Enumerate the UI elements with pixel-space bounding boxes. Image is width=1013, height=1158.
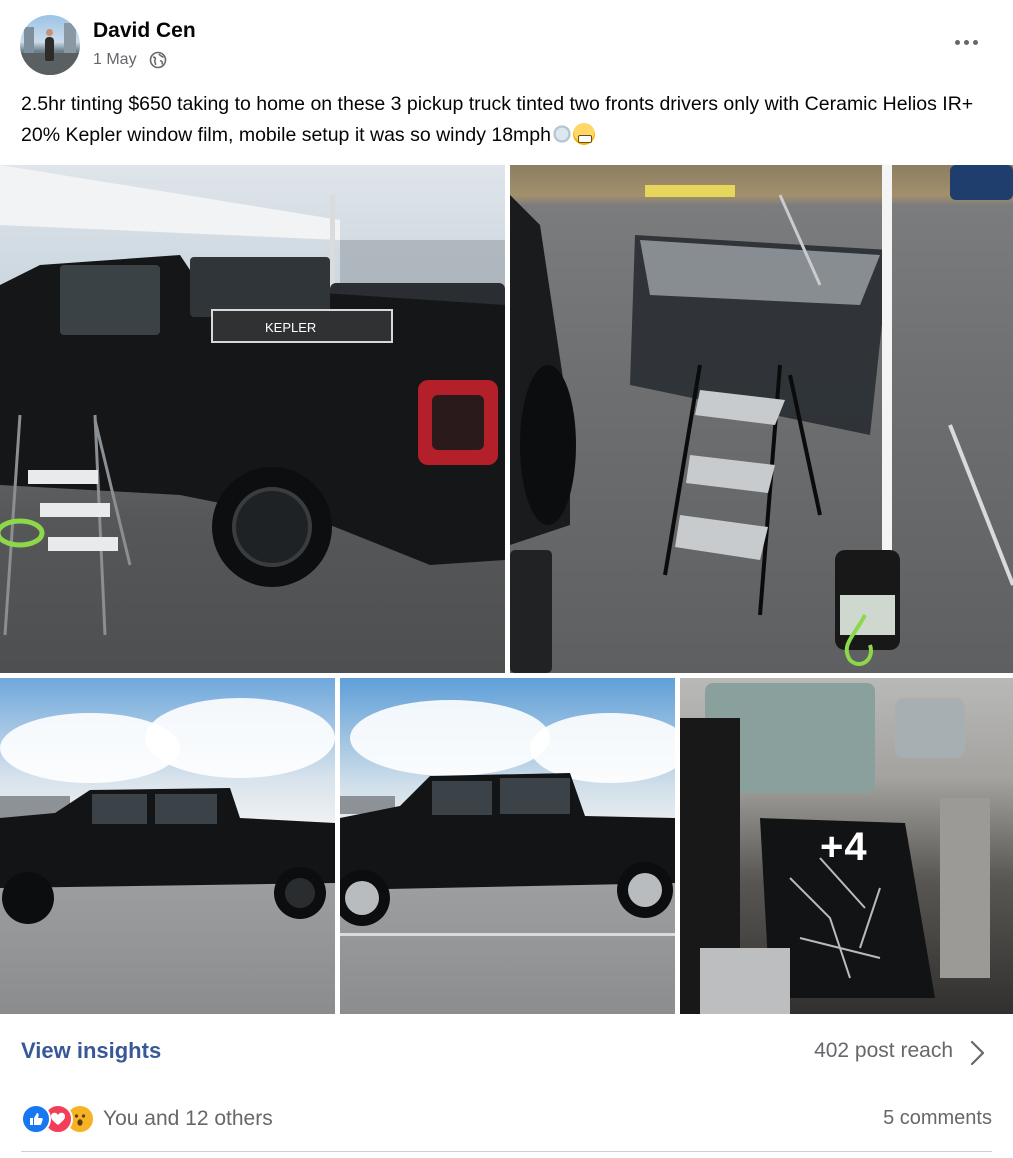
side-window [705,683,875,793]
ladder-step [675,515,768,560]
author-name[interactable]: David Cen [93,19,196,43]
photo-truck-side-2[interactable] [340,678,675,1014]
post-meta: 1 May [93,51,167,69]
avatar-building [64,23,76,55]
photo-truck-rear[interactable]: KEPLER [0,165,505,673]
like-icon [21,1104,51,1134]
background-suv [950,165,1013,200]
wheel-rim [345,881,379,915]
film-crackle [789,857,881,979]
seat [680,718,740,1014]
post-date[interactable]: 1 May [93,51,137,69]
dashing-away-emoji-icon [551,123,573,145]
rear-window [895,698,965,758]
vehicle-tire [520,365,576,525]
truck-window [155,794,217,824]
air-hose [0,518,45,548]
truck-side-illustration [0,698,335,924]
view-insights-link[interactable]: View insights [21,1038,161,1064]
cloud [350,700,550,776]
chevron-right-icon[interactable] [965,1039,989,1067]
tank-label [840,595,895,635]
divider [21,1151,992,1152]
panel [940,798,990,978]
cloud [145,698,335,778]
canopy [0,165,340,240]
parking-line [340,933,675,936]
ladder-step [48,537,118,551]
cloth [700,948,790,1014]
truck-side-illustration [340,700,675,936]
truck-rear-window [190,257,330,317]
photo-truck-side-1[interactable] [0,678,335,1014]
avatar-building [24,27,34,55]
avatar-person [45,29,54,61]
reactions-label: You and 12 others [103,1107,273,1130]
truck-window [500,778,570,814]
cloud [530,713,675,783]
post-header: David Cen 1 May [0,0,1013,90]
ladder-step [40,503,110,517]
dot [963,39,969,45]
grimacing-face-emoji-icon [573,123,595,145]
more-options-icon[interactable] [946,28,986,56]
front-wheel [2,872,54,924]
dot [954,39,960,45]
film-box-label: KEPLER [265,320,316,335]
canopy-leg [882,165,892,565]
truck-window [92,794,147,824]
photo-film-on-ladder[interactable] [510,165,1013,673]
ladder-step [28,470,98,484]
wheel-rim [285,878,315,908]
truck-rear-illustration: KEPLER [0,165,505,636]
parking-line [948,424,1013,586]
curb-marker [645,185,735,197]
wheel-rim [628,873,662,907]
truck-window [60,265,160,335]
post-body: 2.5hr tinting $650 taking to home on the… [21,93,974,146]
avatar[interactable] [20,15,80,75]
reactions-summary[interactable]: You and 12 others [21,1104,273,1134]
more-photos-count[interactable]: +4 [820,825,868,870]
comments-count[interactable]: 5 comments [883,1107,992,1130]
dot [972,39,978,45]
running-board [510,550,552,673]
wheel-rim [232,487,312,567]
ladder-step [686,455,775,493]
tail-light-inner [432,395,484,450]
post-reach[interactable]: 402 post reach [814,1039,953,1063]
post-text: 2.5hr tinting $650 taking to home on the… [21,89,996,151]
truck-window [432,781,492,815]
globe-icon[interactable] [149,51,167,69]
film-setup-illustration [510,165,1013,673]
